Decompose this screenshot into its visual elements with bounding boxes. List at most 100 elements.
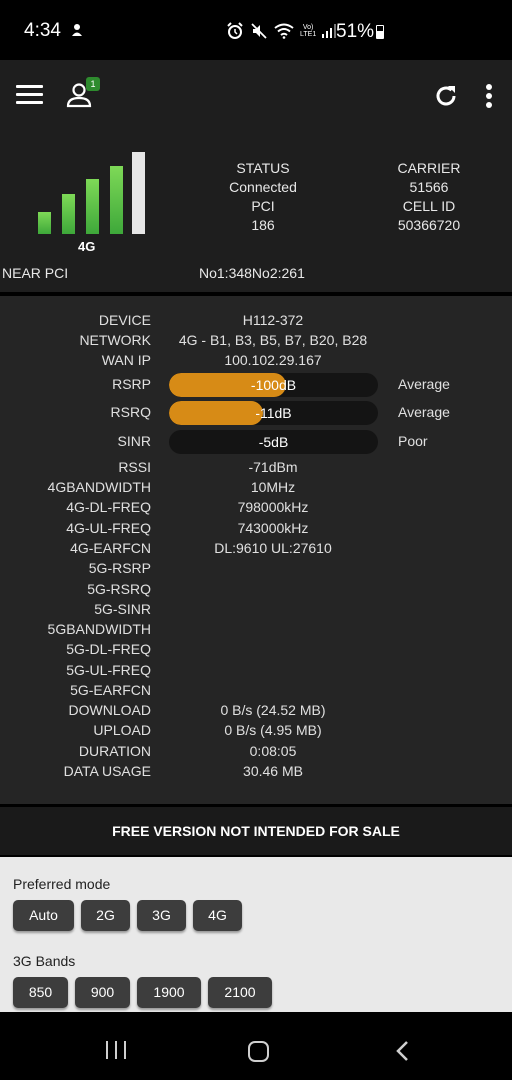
status-bar: 4:34 Vo) LTE1 51% — [0, 0, 512, 60]
detail-panel: DEVICE H112-372 NETWORK 4G - B1, B3, B5,… — [0, 296, 512, 804]
mute-icon — [251, 23, 267, 39]
rsrp-5g-row: 5G-RSRP — [0, 560, 512, 580]
upload-row: UPLOAD 0 B/s (4.95 MB) — [0, 722, 512, 742]
near-pci-label: NEAR PCI — [2, 265, 69, 281]
signal-panel: 4G STATUS Connected PCI 186 CARRIER 5156… — [0, 132, 512, 292]
rsrq-label: RSRQ — [110, 404, 151, 420]
ul-freq-4g-value: 743000kHz — [237, 520, 309, 536]
signal-bar — [132, 152, 145, 234]
notification-badge: 1 — [86, 77, 100, 91]
cell-signal-icon — [322, 24, 337, 38]
rsrp-value: -100dB — [250, 377, 297, 393]
preferred-mode-title: Preferred mode — [13, 876, 111, 892]
mode-4g-button[interactable]: 4G — [193, 900, 242, 931]
dl-freq-5g-label: 5G-DL-FREQ — [66, 641, 151, 657]
device-row: DEVICE H112-372 — [0, 312, 512, 332]
ul-freq-5g-row: 5G-UL-FREQ — [0, 662, 512, 682]
preferences-panel: Preferred mode Auto 2G 3G 4G 3G Bands 85… — [0, 857, 512, 1012]
download-row: DOWNLOAD 0 B/s (24.52 MB) — [0, 702, 512, 722]
signal-bars — [36, 150, 148, 234]
bandwidth-4g-label: 4GBANDWIDTH — [47, 479, 151, 495]
network-type: 4G — [78, 239, 96, 254]
carrier-label: CARRIER — [397, 160, 461, 176]
alarm-icon — [227, 22, 243, 39]
status-value: Connected — [229, 179, 297, 195]
notification-icon — [70, 22, 84, 42]
carrier-column: CARRIER 51566 CELL ID 50366720 — [366, 159, 492, 235]
rsrp-quality: Average — [398, 376, 450, 392]
cell-id-label: CELL ID — [402, 198, 456, 214]
bandwidth-4g-value: 10MHz — [250, 479, 296, 495]
network-value: 4G - B1, B3, B5, B7, B20, B28 — [178, 332, 368, 348]
system-icons: Vo) LTE1 — [226, 22, 337, 40]
rsrq-5g-row: 5G-RSRQ — [0, 581, 512, 601]
upload-label: UPLOAD — [93, 722, 151, 738]
dl-freq-4g-row: 4G-DL-FREQ 798000kHz — [0, 499, 512, 519]
rssi-label: RSSI — [118, 459, 151, 475]
pci-label: PCI — [251, 198, 275, 214]
status-column: STATUS Connected PCI 186 — [200, 159, 326, 235]
rssi-row: RSSI -71dBm — [0, 459, 512, 479]
duration-row: DURATION 0:08:05 — [0, 743, 512, 763]
download-label: DOWNLOAD — [68, 702, 151, 718]
ul-freq-5g-label: 5G-UL-FREQ — [66, 662, 151, 678]
menu-icon[interactable] — [16, 85, 43, 105]
data-usage-label: DATA USAGE — [63, 763, 151, 779]
dl-freq-4g-value: 798000kHz — [237, 499, 309, 515]
data-usage-row: DATA USAGE 30.46 MB — [0, 763, 512, 783]
rsrp-meter: -100dB — [169, 373, 378, 397]
free-version-banner: FREE VERSION NOT INTENDED FOR SALE — [0, 807, 512, 855]
duration-label: DURATION — [78, 743, 151, 759]
bandwidth-5g-row: 5GBANDWIDTH — [0, 621, 512, 641]
rsrq-quality: Average — [398, 404, 450, 420]
refresh-icon[interactable] — [432, 82, 460, 110]
rsrq-5g-label: 5G-RSRQ — [87, 581, 151, 597]
rsrq-value: -11dB — [255, 405, 292, 421]
signal-bar — [86, 179, 99, 234]
battery-icon — [376, 25, 384, 39]
sinr-value: -5dB — [258, 434, 289, 450]
ul-freq-4g-label: 4G-UL-FREQ — [66, 520, 151, 536]
band-1900-button[interactable]: 1900 — [137, 977, 201, 1008]
back-icon[interactable] — [394, 1040, 410, 1062]
bandwidth-4g-row: 4GBANDWIDTH 10MHz — [0, 479, 512, 499]
earfcn-4g-value: DL:9610 UL:27610 — [214, 540, 332, 556]
signal-bar — [38, 212, 51, 234]
recents-icon[interactable] — [106, 1041, 126, 1059]
band-900-button[interactable]: 900 — [75, 977, 130, 1008]
sinr-meter: -5dB — [169, 430, 378, 454]
network-row: NETWORK 4G - B1, B3, B5, B7, B20, B28 — [0, 332, 512, 352]
band-2100-button[interactable]: 2100 — [208, 977, 272, 1008]
dl-freq-4g-label: 4G-DL-FREQ — [66, 499, 151, 515]
pci-value: 186 — [251, 217, 275, 233]
mode-3g-button[interactable]: 3G — [137, 900, 186, 931]
sinr-5g-row: 5G-SINR — [0, 601, 512, 621]
earfcn-5g-row: 5G-EARFCN — [0, 682, 512, 702]
carrier-value: 51566 — [409, 179, 449, 195]
cell-id-value: 50366720 — [397, 217, 461, 233]
sinr-quality: Poor — [398, 433, 428, 449]
clock: 4:34 — [24, 20, 61, 41]
mode-auto-button[interactable]: Auto — [13, 900, 74, 931]
bands-3g-title: 3G Bands — [13, 953, 76, 969]
near-pci-value: No1:348No2:261 — [199, 265, 305, 281]
battery-percent: 51% — [336, 21, 375, 42]
mode-2g-button[interactable]: 2G — [81, 900, 130, 931]
rsrp-label: RSRP — [112, 376, 151, 392]
more-vert-icon[interactable] — [484, 84, 494, 108]
data-usage-value: 30.46 MB — [243, 763, 303, 779]
duration-value: 0:08:05 — [249, 743, 297, 759]
wan-ip-row: WAN IP 100.102.29.167 — [0, 352, 512, 372]
home-icon[interactable] — [248, 1041, 269, 1062]
ul-freq-4g-row: 4G-UL-FREQ 743000kHz — [0, 520, 512, 540]
download-value: 0 B/s (24.52 MB) — [220, 702, 326, 718]
earfcn-5g-label: 5G-EARFCN — [70, 682, 151, 698]
band-850-button[interactable]: 850 — [13, 977, 68, 1008]
dl-freq-5g-row: 5G-DL-FREQ — [0, 641, 512, 661]
sinr-5g-label: 5G-SINR — [94, 601, 151, 617]
upload-value: 0 B/s (4.95 MB) — [224, 722, 322, 738]
rsrp-5g-label: 5G-RSRP — [88, 560, 151, 576]
device-value: H112-372 — [242, 312, 304, 328]
status-label: STATUS — [236, 160, 290, 176]
network-label: NETWORK — [79, 332, 151, 348]
